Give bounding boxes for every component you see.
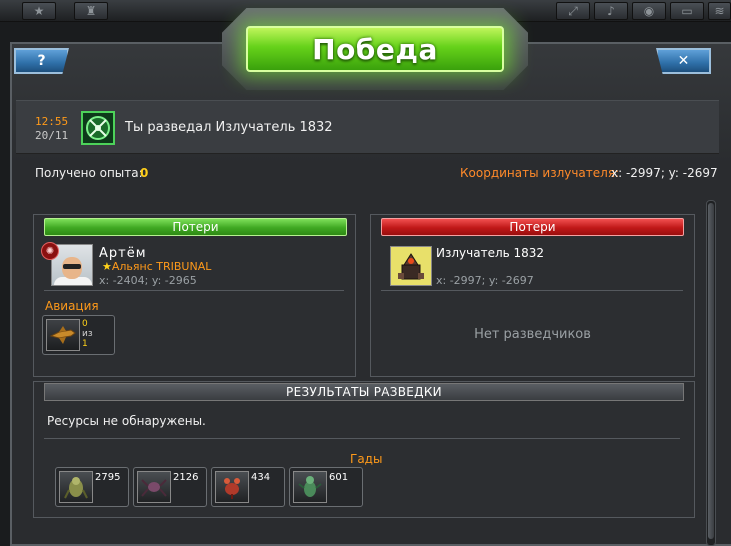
alliance-name: Альянс TRIBUNAL <box>111 260 212 273</box>
star-icon: ★ <box>102 260 112 273</box>
clan-emblem-icon: ✺ <box>41 242 59 260</box>
defender-panel: Потери Излучатель 1832 x: -2997; y: -269… <box>370 214 695 377</box>
dialog-title: Победа <box>312 32 438 66</box>
red-crab-creature-icon <box>215 471 249 503</box>
spider-creature-icon <box>137 471 171 503</box>
attacker-panel: Потери ✺ Артём ★Альянс TRIBUNAL x: -2404… <box>33 214 356 377</box>
creature-card[interactable]: 601 <box>289 467 363 507</box>
divider <box>44 438 680 439</box>
attacker-losses-header: Потери <box>44 218 347 236</box>
results-header: РЕЗУЛЬТАТЫ РАЗВЕДКИ <box>44 383 684 401</box>
aircraft-icon <box>46 319 80 351</box>
summary-row: Получено опыта: 0 Координаты излучателя:… <box>16 160 719 186</box>
scout-radar-icon <box>81 111 115 145</box>
eye-icon[interactable]: ◉ <box>632 2 666 20</box>
event-time: 12:55 <box>35 115 69 128</box>
event-row: 12:55 20/11 Ты разведал Излучатель 1832 <box>16 100 719 154</box>
event-date: 20/11 <box>35 129 69 142</box>
player-coords[interactable]: x: -2404; y: -2965 <box>99 274 197 287</box>
player-alliance[interactable]: ★Альянс TRIBUNAL <box>102 260 211 273</box>
unit-card[interactable]: 0 из 1 <box>42 315 115 355</box>
event-title: Ты разведал Излучатель 1832 <box>125 120 333 135</box>
creature-count: 434 <box>251 472 271 483</box>
creature-count: 601 <box>329 472 349 483</box>
emitter-coords-label: Координаты излучателя: <box>460 166 620 180</box>
unit-group-label: Авиация <box>45 299 99 313</box>
flag-icon[interactable]: ▭ <box>670 2 704 20</box>
creature-card[interactable]: 2795 <box>55 467 129 507</box>
experience-label: Получено опыта: <box>35 166 143 180</box>
defender-losses-header: Потери <box>381 218 684 236</box>
mutant-beast-icon <box>59 471 93 503</box>
creature-card[interactable]: 434 <box>211 467 285 507</box>
wifi-icon[interactable]: ≋ <box>708 2 731 20</box>
creatures-label: Гады <box>350 452 383 466</box>
green-mutant-icon <box>293 471 327 503</box>
help-button[interactable]: ? <box>14 48 69 74</box>
fullscreen-icon[interactable]: ⤢ <box>556 2 590 20</box>
resources-text: Ресурсы не обнаружены. <box>47 414 206 428</box>
player-name[interactable]: Артём <box>99 246 147 261</box>
emitter-building-icon[interactable] <box>390 246 432 286</box>
unit-lost-count: 0 <box>82 319 88 329</box>
experience-value: 0 <box>140 166 149 180</box>
sound-icon[interactable]: ♪ <box>594 2 628 20</box>
emitter-coords[interactable]: x: -2997; y: -2697 <box>436 274 534 287</box>
scroll-thumb[interactable] <box>708 203 714 539</box>
divider <box>381 290 683 291</box>
emitter-coords-value: x: -2997; y: -2697 <box>611 166 718 180</box>
emitter-name[interactable]: Излучатель 1832 <box>436 246 544 260</box>
title-plate: Победа <box>246 26 504 72</box>
game-screen: ★ ♜ ⤢ ♪ ◉ ▭ ≋ ? ✕ Победа 12:55 20/11 Ты … <box>0 0 731 546</box>
creature-count: 2126 <box>173 472 199 483</box>
no-scouts-text: Нет разведчиков <box>474 327 591 342</box>
unit-total-count: 1 <box>82 339 88 349</box>
divider <box>44 290 344 291</box>
unit-of-label: из <box>82 329 93 339</box>
creature-count: 2795 <box>95 472 121 483</box>
close-button[interactable]: ✕ <box>656 48 711 74</box>
star-icon[interactable]: ★ <box>22 2 56 20</box>
trophy-icon[interactable]: ♜ <box>74 2 108 20</box>
scouting-results-panel: РЕЗУЛЬТАТЫ РАЗВЕДКИ Ресурсы не обнаружен… <box>33 381 695 518</box>
scrollbar[interactable] <box>706 200 716 546</box>
creature-card[interactable]: 2126 <box>133 467 207 507</box>
